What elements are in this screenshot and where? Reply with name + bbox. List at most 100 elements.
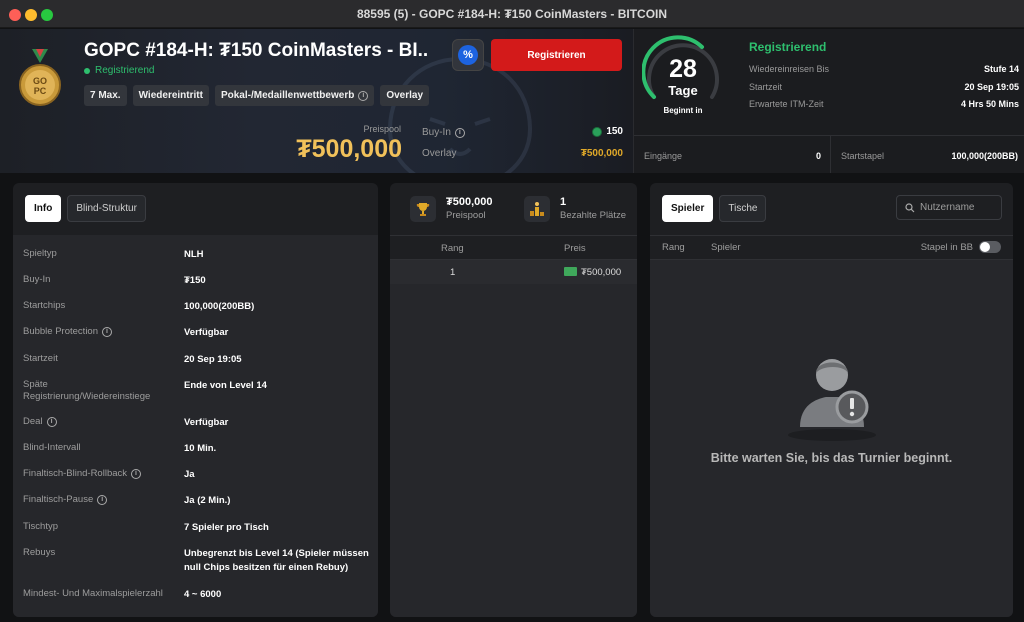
entries-stat: Eingänge 0 <box>644 151 821 161</box>
countdown-number: 28 <box>669 55 697 83</box>
tab-tables[interactable]: Tische <box>719 195 767 222</box>
col-stack-bb: Stapel in BB <box>920 242 973 253</box>
info-value: 20 Sep 19:05 <box>184 354 242 365</box>
medal-icon: GO PC <box>19 49 61 106</box>
buyin-value: 150 <box>606 126 623 137</box>
tournament-title: GOPC #184-H: ₮150 CoinMasters - BI... <box>84 40 429 61</box>
detail-label: Erwartete ITM-Zeit <box>749 99 824 109</box>
col-rank: Rang <box>662 242 685 253</box>
info-value: 4 ~ 6000 <box>184 589 222 600</box>
info-value: ₮150 <box>184 275 206 286</box>
trophy-icon <box>410 196 436 222</box>
prizepool-label: Preispool <box>363 124 401 134</box>
info-value: Verfügbar <box>184 327 229 338</box>
info-key: Rebuys <box>23 547 56 558</box>
prize-summary: ₮500,000 Preispool 1 Bezahlte Plätze <box>390 183 637 235</box>
registration-status: Registrierend <box>84 65 154 76</box>
status-dot-icon <box>84 67 90 74</box>
status-label: Registrierend <box>95 65 155 76</box>
tab-blind-structure[interactable]: Blind-Struktur <box>67 195 146 222</box>
info-key: Deal <box>23 416 43 427</box>
tab-players[interactable]: Spieler <box>662 195 714 222</box>
podium-icon <box>524 196 550 222</box>
tag-overlay: Overlay <box>380 85 430 106</box>
info-key-group: Bubble Protection i <box>23 326 163 338</box>
prizepool-value: ₮500,000 <box>296 135 402 163</box>
info-value: Unbegrenzt bis Level 14 (Spieler müssen … <box>184 548 369 573</box>
info-tabs: Info Blind-Struktur <box>25 195 146 222</box>
prize-table-header: Rang Preis <box>390 235 637 260</box>
info-icon[interactable]: i <box>358 90 369 101</box>
tournament-tags: 7 Max. Wiedereintritt Pokal-/Medaillenwe… <box>84 85 430 106</box>
buyin-label-group: Buy-In i <box>422 127 465 138</box>
starting-stack-stat: Startstapel 100,000(200BB) <box>841 151 1018 161</box>
info-key: Startzeit <box>23 353 58 364</box>
info-key: Bubble Protection <box>23 326 98 337</box>
entries-value: 0 <box>815 151 821 161</box>
tournament-header: GO PC GOPC #184-H: ₮150 CoinMasters - BI… <box>0 29 1024 173</box>
info-key: Buy-In <box>23 274 51 285</box>
col-player: Spieler <box>711 242 741 253</box>
col-prize: Preis <box>564 243 586 254</box>
paid-places-caption: Bezahlte Plätze <box>560 210 627 221</box>
divider <box>830 135 831 173</box>
tab-info[interactable]: Info <box>25 195 62 222</box>
info-icon[interactable]: i <box>102 327 112 337</box>
tournament-hero: GO PC GOPC #184-H: ₮150 CoinMasters - BI… <box>0 29 633 173</box>
prize-table-body: 1 ₮500,000 <box>390 260 637 617</box>
info-icon[interactable]: i <box>131 469 142 479</box>
waiting-message: Bitte warten Sie, bis das Turnier beginn… <box>710 451 953 465</box>
table-row: 1 ₮500,000 <box>390 260 637 284</box>
info-key: Mindest- Und Maximalspielerzahl <box>23 588 163 599</box>
countdown-caption: Beginnt in <box>663 106 703 115</box>
info-key: Tischtyp <box>23 521 59 532</box>
info-value: Verfügbar <box>184 417 229 428</box>
buyin-value-group: 150 <box>560 126 623 137</box>
cash-icon <box>564 266 577 276</box>
info-icon[interactable]: i <box>46 417 57 427</box>
registration-state: Registrierend <box>749 40 827 54</box>
detail-row: Erwartete ITM-Zeit 4 Hrs 50 Mins <box>749 99 1019 109</box>
info-key: Späte Registrierung/Wiedereinstiege <box>23 379 151 402</box>
info-key-group: Finaltisch-Blind-Rollback i <box>23 468 163 480</box>
info-panel: Info Blind-Struktur Spieltyp NLH Buy-In … <box>13 183 378 617</box>
stack-in-bb-toggle[interactable] <box>979 241 1001 253</box>
search-icon <box>905 202 915 212</box>
info-key: Startchips <box>23 300 66 311</box>
detail-value: 4 Hrs 50 Mins <box>960 99 1019 109</box>
row-rank: 1 <box>450 267 456 278</box>
tag-label: Pokal-/Medaillenwettbewerb <box>220 90 355 101</box>
detail-label: Startzeit <box>749 82 783 92</box>
overlay-label: Overlay <box>422 148 457 159</box>
row-prize-group: ₮500,000 <box>564 266 622 278</box>
info-value: Ende von Level 14 <box>184 380 267 391</box>
window-title: 88595 (5) - GOPC #184-H: ₮150 CoinMaster… <box>356 7 668 21</box>
tag-reentry: Wiedereintritt <box>132 85 209 106</box>
entries-label: Eingänge <box>644 151 683 161</box>
info-list[interactable]: Spieltyp NLH Buy-In ₮150 Startchips 100,… <box>13 235 378 617</box>
divider <box>634 135 1024 136</box>
search-input[interactable] <box>920 202 1000 213</box>
info-key: Finaltisch-Blind-Rollback <box>23 468 128 479</box>
svg-text:PC: PC <box>34 86 47 96</box>
info-value: 100,000(200BB) <box>184 301 255 312</box>
players-table-body <box>650 260 1013 617</box>
stack-label: Startstapel <box>841 151 885 161</box>
detail-value: 20 Sep 19:05 <box>964 82 1019 92</box>
waiting-player-icon <box>788 359 876 441</box>
register-button[interactable]: Registrieren <box>491 39 622 71</box>
players-panel: Spieler Tische Rang Spieler Stapel in BB… <box>650 183 1013 617</box>
coin-icon <box>592 126 603 137</box>
info-value: 10 Min. <box>184 443 217 454</box>
info-icon[interactable]: i <box>97 495 108 505</box>
row-prize: ₮500,000 <box>581 267 622 278</box>
info-icon[interactable]: i <box>454 127 465 138</box>
detail-label: Wiedereinreisen Bis <box>749 64 830 74</box>
players-tabs: Spieler Tische <box>662 195 767 222</box>
tag-medal-contest[interactable]: Pokal-/Medaillenwettbewerb i <box>214 85 375 106</box>
detail-row: Startzeit 20 Sep 19:05 <box>749 82 1019 92</box>
promo-button[interactable]: % <box>452 39 484 71</box>
detail-value: Stufe 14 <box>983 64 1019 74</box>
percent-badge-icon: % <box>458 45 478 65</box>
player-search[interactable] <box>896 195 1002 220</box>
